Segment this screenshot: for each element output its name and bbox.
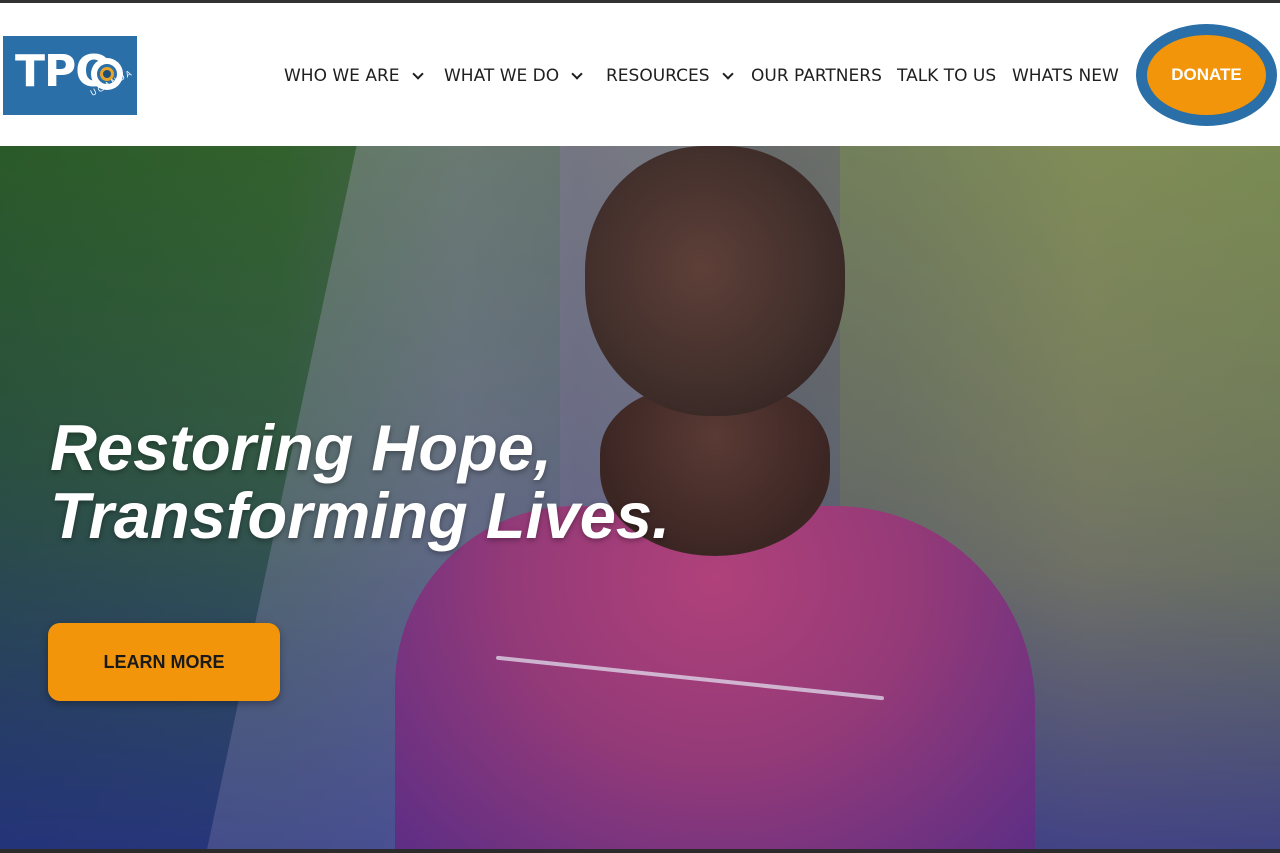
donate-ring: DONATE bbox=[1136, 24, 1277, 126]
bottom-edge bbox=[0, 849, 1280, 853]
menu-item-our-partners[interactable]: OUR PARTNERS bbox=[751, 63, 882, 89]
menu-item-label: TALK TO US bbox=[897, 66, 997, 86]
menu-item-label: WHATS NEW bbox=[1012, 66, 1119, 86]
hero-title: Restoring Hope, Transforming Lives. bbox=[50, 414, 810, 550]
chevron-down-icon bbox=[410, 68, 426, 84]
menu-item-talk-to-us[interactable]: TALK TO US bbox=[897, 63, 996, 89]
menu-item-resources[interactable]: RESOURCES bbox=[606, 63, 736, 89]
site-header: TPO UGANDA WHO WE ARE WHAT WE DO RESOURC… bbox=[0, 3, 1280, 146]
menu-item-whats-new[interactable]: WHATS NEW bbox=[1012, 63, 1119, 89]
menu-item-who-we-are[interactable]: WHO WE ARE bbox=[284, 63, 426, 89]
main-menu: WHO WE ARE WHAT WE DO RESOURCES OUR PART… bbox=[0, 3, 1130, 146]
learn-more-button[interactable]: LEARN MORE bbox=[48, 623, 280, 701]
chevron-down-icon bbox=[720, 68, 736, 84]
chevron-down-icon bbox=[569, 68, 585, 84]
menu-item-label: OUR PARTNERS bbox=[751, 66, 882, 86]
hero-photo-girl-face bbox=[585, 146, 845, 416]
hero-banner: Restoring Hope, Transforming Lives. LEAR… bbox=[0, 146, 1280, 849]
menu-item-label: RESOURCES bbox=[606, 66, 710, 86]
menu-item-what-we-do[interactable]: WHAT WE DO bbox=[444, 63, 585, 89]
menu-item-label: WHAT WE DO bbox=[444, 66, 560, 86]
hero-title-line-1: Restoring Hope, bbox=[50, 411, 552, 484]
hero-photo-girl-dress bbox=[395, 506, 1035, 849]
hero-title-line-2: Transforming Lives. bbox=[50, 479, 671, 552]
menu-item-label: WHO WE ARE bbox=[284, 66, 400, 86]
donate-button[interactable]: DONATE bbox=[1147, 35, 1266, 115]
